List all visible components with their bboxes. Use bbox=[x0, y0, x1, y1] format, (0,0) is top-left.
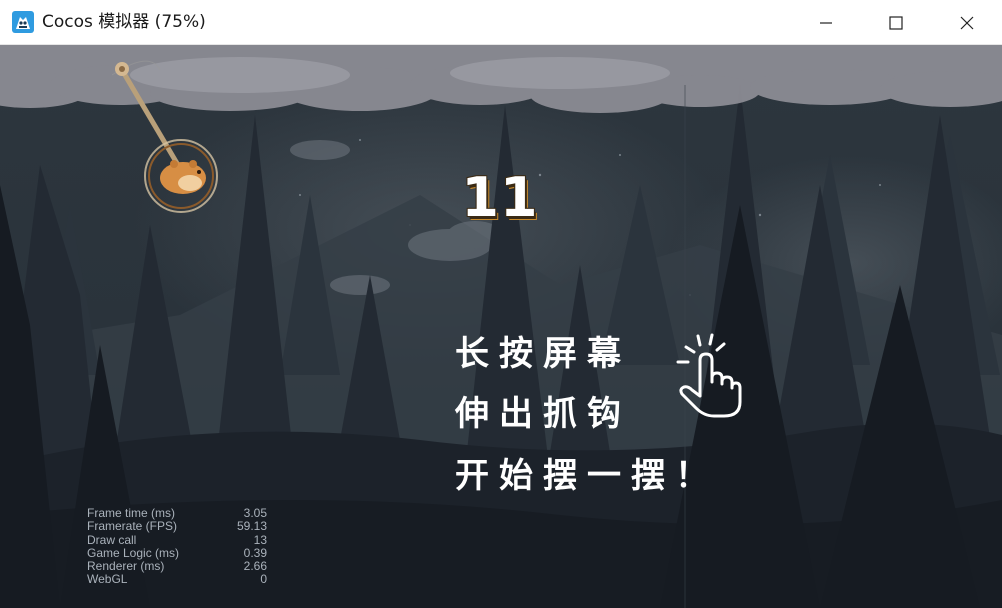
stats-overlay: Frame time (ms) 3.05 Framerate (FPS) 59.… bbox=[87, 506, 267, 587]
stat-row-game-logic: Game Logic (ms) 0.39 bbox=[87, 545, 267, 560]
stat-row-draw-call: Draw call 13 bbox=[87, 532, 267, 547]
stat-row-webgl: WebGL 0 bbox=[87, 572, 267, 587]
stat-row-frame-time: Frame time (ms) 3.05 bbox=[87, 506, 267, 520]
close-button[interactable] bbox=[944, 0, 990, 45]
stat-label: WebGL bbox=[87, 572, 128, 587]
score-counter: 11 bbox=[461, 166, 539, 229]
stat-label: Renderer (ms) bbox=[87, 559, 165, 574]
stat-value: 3.05 bbox=[243, 506, 267, 520]
stat-label: Framerate (FPS) bbox=[87, 519, 178, 534]
title-bar: Cocos 模拟器 (75%) bbox=[0, 0, 1002, 45]
stat-value: 0.39 bbox=[243, 545, 267, 560]
stat-row-renderer: Renderer (ms) 2.66 bbox=[87, 559, 267, 574]
game-canvas[interactable]: 11 长按屏幕 伸出抓钩 开始摆一摆！ Frame time (ms) 3.05… bbox=[0, 45, 1002, 608]
instruction-line-3: 开始摆一摆！ bbox=[455, 456, 719, 496]
stat-value: 13 bbox=[253, 532, 267, 547]
minimize-button[interactable] bbox=[803, 0, 849, 45]
stat-value: 59.13 bbox=[236, 519, 267, 534]
stat-value: 2.66 bbox=[243, 559, 267, 574]
instruction-line-1: 长按屏幕 bbox=[455, 334, 631, 374]
maximize-icon bbox=[889, 15, 903, 30]
stat-label: Frame time (ms) bbox=[87, 506, 175, 520]
close-icon bbox=[960, 16, 974, 29]
minimize-icon bbox=[820, 21, 832, 24]
stat-label: Draw call bbox=[87, 532, 137, 547]
maximize-button[interactable] bbox=[873, 0, 919, 45]
stat-row-framerate: Framerate (FPS) 59.13 bbox=[87, 519, 267, 534]
instruction-line-2: 伸出抓钩 bbox=[455, 394, 631, 434]
cocos-app-icon bbox=[12, 11, 34, 33]
window-title: Cocos 模拟器 (75%) bbox=[42, 12, 206, 32]
tap-hand-icon bbox=[676, 333, 742, 418]
stat-value: 0 bbox=[260, 572, 267, 587]
stat-label: Game Logic (ms) bbox=[87, 545, 180, 560]
